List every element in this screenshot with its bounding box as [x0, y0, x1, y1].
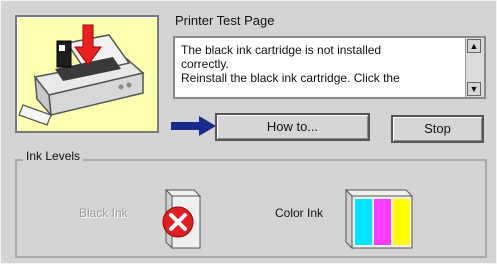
- message-line: Reinstall the black ink cartridge. Click…: [181, 71, 400, 85]
- scroll-down-button[interactable]: ▼: [467, 82, 481, 96]
- message-text: The black ink cartridge is not installed…: [181, 43, 453, 85]
- how-to-button[interactable]: How to...: [215, 113, 370, 141]
- message-scrollbar[interactable]: ▲ ▼: [465, 38, 484, 97]
- printer-test-page-dialog: Printer Test Page The black ink cartridg…: [0, 0, 497, 264]
- message-box: The black ink cartridge is not installed…: [173, 36, 486, 99]
- message-line: correctly.: [181, 57, 229, 71]
- scroll-up-button[interactable]: ▲: [467, 39, 481, 53]
- color-ink-label: Color Ink: [275, 206, 324, 220]
- black-ink-cartridge-icon: [162, 188, 202, 250]
- stop-button[interactable]: Stop: [391, 115, 484, 143]
- right-arrow-icon: [171, 116, 216, 136]
- message-line: The black ink cartridge is not installed: [181, 43, 382, 57]
- printer-illustration-panel: [15, 15, 159, 133]
- dialog-title: Printer Test Page: [175, 13, 275, 28]
- color-ink-cartridge-icon: [344, 188, 414, 250]
- printer-icon: [18, 24, 145, 126]
- black-ink-label: Black Ink: [79, 206, 128, 220]
- error-x-icon: [162, 206, 194, 238]
- ink-levels-label: Ink Levels: [23, 149, 84, 163]
